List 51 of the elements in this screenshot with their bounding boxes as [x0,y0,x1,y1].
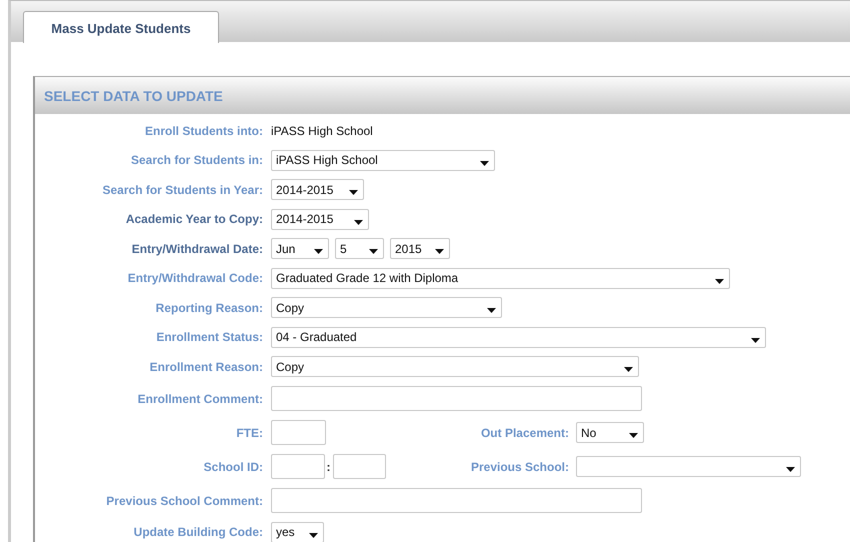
caret-icon [487,308,496,314]
caret-icon [786,467,795,472]
select-field[interactable]: Copy [271,297,502,318]
field-label: FTE: [235,426,264,440]
input-field[interactable] [271,386,642,411]
select-field[interactable]: 2014-2015 [271,179,364,200]
panel-title: SELECT DATA TO UPDATE [44,88,223,104]
field-label: Enrollment Reason: [148,360,264,374]
input-field[interactable] [332,454,386,479]
select-field[interactable]: 04 - Graduated [271,326,766,348]
field-label: Enroll Students into: [144,124,264,138]
select-field[interactable]: yes [271,522,324,542]
caret-icon [480,160,489,166]
input-field[interactable] [271,488,642,513]
separator-text: : [326,460,330,474]
input-field[interactable] [271,420,326,445]
caret-icon [349,190,358,196]
value-text: iPASS High School [271,124,373,138]
field-label: Out Placement: [480,426,570,440]
select-field[interactable] [576,456,801,477]
field-label: Enrollment Status: [155,330,264,344]
select-field[interactable]: Jun [271,238,329,260]
caret-icon [314,249,323,254]
caret-icon [715,278,724,284]
field-label: Enrollment Comment: [136,392,264,406]
select-field[interactable]: Copy [271,356,639,378]
field-label: Search for Students in Year: [102,182,264,197]
field-label: Previous School: [470,460,570,474]
field-label: Search for Students in: [130,153,264,168]
caret-icon [435,249,444,254]
field-label: Academic Year to Copy: [124,212,264,226]
input-field[interactable] [271,454,324,479]
select-field[interactable]: 2014-2015 [271,208,369,230]
select-field[interactable]: No [576,422,644,443]
caret-icon [369,249,378,254]
caret-icon [629,433,638,438]
tab[interactable]: Mass Update Students [23,11,219,43]
field-label: Previous School Comment: [105,494,264,508]
select-field[interactable]: 5 [335,238,384,260]
caret-icon [751,338,760,343]
field-label: Entry/Withdrawal Date: [130,242,264,256]
select-field[interactable]: iPASS High School [271,150,495,171]
field-label: School ID: [202,460,264,474]
caret-icon [309,532,318,538]
field-label: Update Building Code: [132,525,264,540]
caret-icon [354,220,363,225]
select-field[interactable]: 2015 [390,238,450,260]
select-field[interactable]: Graduated Grade 12 with Diploma [271,268,730,289]
caret-icon [624,367,633,372]
field-label: Entry/Withdrawal Code: [126,271,264,286]
field-label: Reporting Reason: [154,300,264,315]
